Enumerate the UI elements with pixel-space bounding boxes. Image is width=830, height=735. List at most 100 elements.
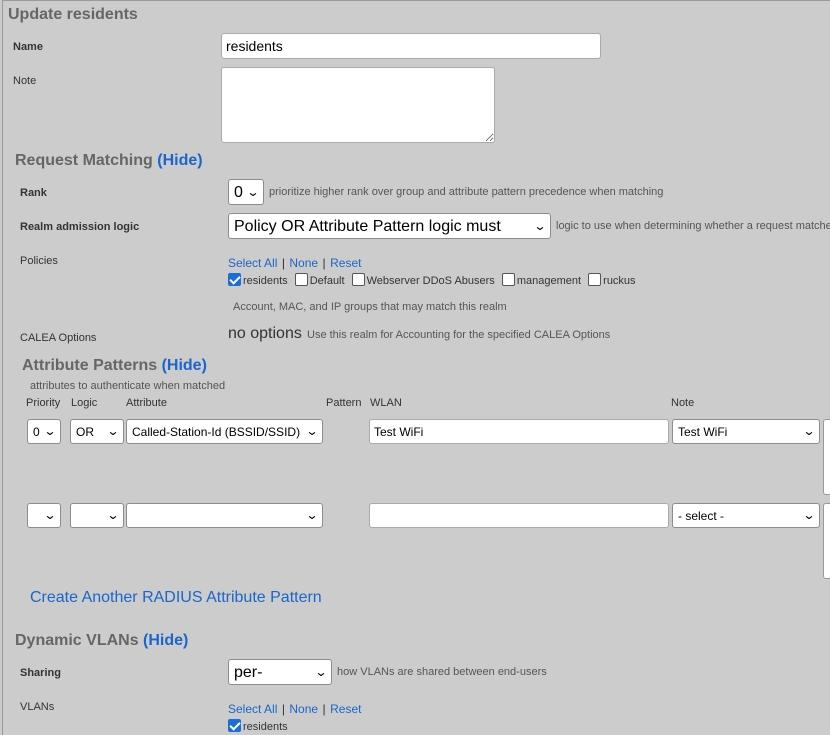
vlans-checkbox-list: residents [228, 719, 292, 733]
calea-hint: Use this realm for Accounting for the sp… [307, 329, 611, 341]
policies-select-all-link[interactable]: Select All [228, 256, 277, 270]
rank-label: Rank [20, 187, 47, 199]
chevron-down-icon: ⌄ [43, 508, 57, 522]
dynamic-vlans-title: Dynamic VLANs [15, 632, 139, 649]
pattern-attribute-select[interactable]: Called-Station-Id (BSSID/SSID) ⌄ [126, 419, 323, 444]
vlans-select-all-link[interactable]: Select All [228, 702, 277, 716]
policy-checkbox-item[interactable]: Default [294, 273, 345, 287]
policies-reset-link[interactable]: Reset [330, 256, 361, 270]
pattern-note-textarea[interactable] [823, 419, 830, 495]
vlan-checkbox-label: residents [243, 721, 288, 733]
policy-checkbox-label: management [516, 275, 582, 287]
pattern-value-input[interactable] [369, 419, 669, 444]
vlans-none-link[interactable]: None [289, 702, 318, 716]
create-attribute-pattern-link[interactable]: Create Another RADIUS Attribute Pattern [30, 589, 322, 607]
separator: | [281, 256, 285, 270]
checkbox-checked-icon[interactable] [228, 273, 241, 286]
pattern-wlan-select[interactable]: - select - ⌄ [672, 503, 820, 528]
separator: | [281, 702, 285, 716]
note-textarea[interactable] [221, 67, 495, 143]
pattern-logic-value: OR [76, 425, 94, 439]
vlans-selection-links: Select All | None | Reset [228, 700, 361, 718]
column-header-attribute: Attribute [126, 397, 167, 409]
name-label: Name [13, 41, 43, 53]
realm-logic-select[interactable]: Policy OR Attribute Pattern logic must s… [228, 213, 551, 239]
page-title: Update residents [8, 6, 138, 23]
rank-hint: prioritize higher rank over group and at… [269, 186, 664, 198]
note-label: Note [13, 75, 37, 87]
request-matching-hide-link[interactable]: (Hide) [157, 152, 202, 169]
policies-label: Policies [20, 255, 58, 267]
policy-checkbox-label: residents [243, 275, 288, 287]
policy-checkbox-item[interactable]: residents [228, 273, 288, 287]
attribute-patterns-hide-link[interactable]: (Hide) [162, 357, 207, 374]
pattern-wlan-value: Test WiFi [678, 425, 728, 439]
column-header-wlan: WLAN [370, 397, 402, 409]
pattern-priority-select[interactable]: ⌄ [27, 503, 61, 528]
name-input[interactable] [221, 33, 601, 59]
request-matching-heading: Request Matching (Hide) [15, 152, 203, 170]
sharing-label: Sharing [20, 667, 61, 679]
policy-checkbox-label: Webserver DDoS Abusers [366, 275, 495, 287]
policy-checkbox-item[interactable]: ruckus [588, 273, 636, 287]
policy-checkbox-item[interactable]: Webserver DDoS Abusers [351, 273, 495, 287]
rank-select-value: 0 [234, 184, 243, 201]
dynamic-vlans-hide-link[interactable]: (Hide) [143, 632, 188, 649]
chevron-down-icon: ⌄ [802, 424, 816, 438]
chevron-down-icon: ⌄ [106, 424, 120, 438]
pattern-logic-select[interactable]: ⌄ [70, 503, 124, 528]
chevron-down-icon: ⌄ [305, 424, 319, 438]
separator: | [322, 256, 326, 270]
vlan-checkbox-item[interactable]: residents [228, 719, 288, 733]
chevron-down-icon: ⌄ [305, 508, 319, 522]
chevron-down-icon: ⌄ [314, 665, 328, 679]
checkbox-unchecked-icon[interactable] [351, 273, 365, 286]
chevron-down-icon: ⌄ [533, 219, 547, 233]
checkbox-unchecked-icon[interactable] [294, 273, 308, 286]
checkbox-unchecked-icon[interactable] [501, 273, 515, 286]
realm-logic-select-value: Policy OR Attribute Pattern logic must s… [234, 218, 501, 235]
chevron-down-icon: ⌄ [43, 424, 57, 438]
policy-checkbox-label: Default [309, 275, 345, 287]
policies-hint: Account, MAC, and IP groups that may mat… [233, 301, 507, 313]
policies-none-link[interactable]: None [289, 256, 318, 270]
realm-logic-hint: logic to use when determining whether a … [556, 220, 830, 232]
vlans-reset-link[interactable]: Reset [330, 702, 361, 716]
policies-selection-links: Select All | None | Reset [228, 254, 361, 272]
checkbox-unchecked-icon[interactable] [588, 273, 602, 286]
pattern-attribute-value: Called-Station-Id (BSSID/SSID) [132, 425, 301, 439]
pattern-priority-value: 0 [33, 425, 40, 439]
calea-value: no options [228, 325, 302, 342]
checkbox-checked-icon[interactable] [228, 719, 241, 732]
attribute-patterns-heading: Attribute Patterns (Hide) [22, 357, 207, 375]
column-header-pattern: Pattern [326, 397, 362, 409]
sharing-select-value: per-Account [234, 664, 263, 681]
pattern-wlan-value: - select - [678, 509, 725, 523]
policy-checkbox-item[interactable]: management [501, 273, 582, 287]
sharing-select[interactable]: per-Account ⌄ [228, 659, 332, 685]
chevron-down-icon: ⌄ [802, 508, 816, 522]
attribute-patterns-title: Attribute Patterns [22, 357, 158, 374]
pattern-priority-select[interactable]: 0 ⌄ [27, 419, 61, 444]
pattern-attribute-select[interactable]: ⌄ [126, 503, 323, 528]
request-matching-title: Request Matching [15, 152, 153, 169]
dynamic-vlans-heading: Dynamic VLANs (Hide) [15, 632, 188, 650]
column-header-note: Note [671, 397, 695, 409]
pattern-logic-select[interactable]: OR ⌄ [70, 419, 124, 444]
sharing-hint: how VLANs are shared between end-users [337, 666, 547, 678]
pattern-wlan-select[interactable]: Test WiFi ⌄ [672, 419, 820, 444]
attribute-patterns-subtitle: attributes to authenticate when matched [30, 380, 226, 392]
pattern-note-textarea[interactable] [823, 503, 830, 579]
column-header-logic: Logic [71, 397, 98, 409]
calea-label: CALEA Options [20, 332, 97, 344]
chevron-down-icon: ⌄ [106, 508, 120, 522]
realm-logic-label: Realm admission logic [20, 221, 140, 233]
rank-select[interactable]: 0 ⌄ [228, 179, 264, 205]
pattern-value-input[interactable] [369, 503, 669, 528]
separator: | [322, 702, 326, 716]
policies-checkbox-list: residents Default Webserver DDoS Abusers… [228, 273, 640, 287]
policy-checkbox-label: ruckus [603, 275, 636, 287]
vlans-label: VLANs [20, 701, 55, 713]
column-header-priority: Priority [26, 397, 61, 409]
chevron-down-icon: ⌄ [246, 185, 260, 199]
